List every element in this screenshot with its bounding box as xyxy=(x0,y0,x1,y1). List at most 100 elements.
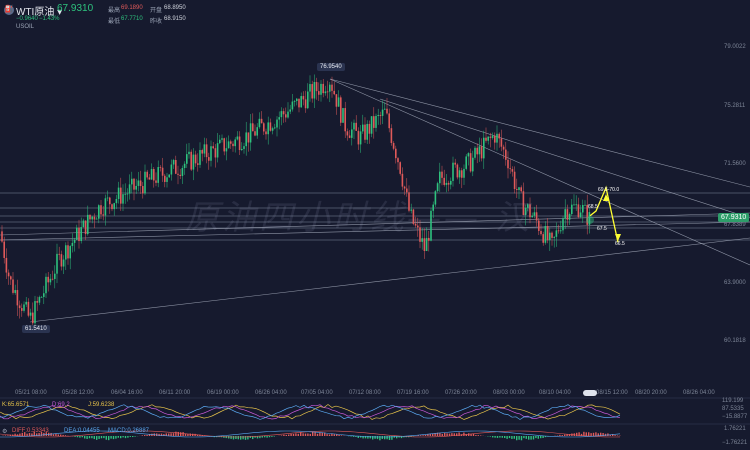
macd-bar xyxy=(170,433,172,436)
low-label: 最低 xyxy=(108,19,121,25)
candle-body xyxy=(157,167,159,183)
macd-bar xyxy=(108,436,110,441)
time-range-slider[interactable] xyxy=(583,390,597,396)
candle-body xyxy=(76,227,78,240)
macd-bar xyxy=(192,433,194,436)
macd-bar xyxy=(523,436,525,439)
macd-bar xyxy=(62,434,64,436)
candle-body xyxy=(293,101,296,102)
candle-body xyxy=(67,245,69,259)
candle-body xyxy=(181,168,184,176)
candle-body xyxy=(469,153,472,172)
macd-bar xyxy=(297,433,299,436)
macd-bar xyxy=(468,433,470,436)
macd-bar xyxy=(312,431,314,436)
candle-body xyxy=(461,170,463,178)
candle-body xyxy=(318,91,320,95)
candle-body xyxy=(491,135,494,138)
x-tick-12: 08/15 12:00 xyxy=(596,390,628,396)
candle-body xyxy=(243,146,245,149)
macd-bar xyxy=(422,435,424,436)
macd-bar xyxy=(350,436,352,437)
macd-bar xyxy=(316,433,319,436)
candle-body xyxy=(326,91,329,93)
macd-bar xyxy=(271,436,273,437)
candle-body xyxy=(274,127,276,129)
candle-body xyxy=(80,227,82,241)
candle-body xyxy=(34,301,36,324)
candle-body xyxy=(245,132,247,147)
macd-bar xyxy=(144,435,146,436)
x-tick-0: 05/21 08:00 xyxy=(15,390,47,396)
macd-bar xyxy=(237,436,239,440)
macd-bar xyxy=(333,434,335,436)
candle-body xyxy=(208,157,210,161)
candle-body xyxy=(12,279,14,293)
candle-body xyxy=(109,197,111,205)
candle-body xyxy=(23,304,25,311)
candle-body xyxy=(502,146,505,150)
candle-body xyxy=(507,159,509,169)
candle-body xyxy=(18,305,21,309)
macd-bar xyxy=(520,436,523,441)
macd-bar xyxy=(444,432,446,436)
candle-body xyxy=(192,154,195,170)
macd-bar xyxy=(235,436,237,439)
macd-bar xyxy=(141,435,143,436)
macd-bar xyxy=(283,434,285,436)
macd-bar xyxy=(84,436,86,439)
candle-body xyxy=(324,91,327,94)
candle-body xyxy=(106,197,109,199)
trend-line-0 xyxy=(329,78,750,188)
macd-bar xyxy=(516,436,518,441)
candle-body xyxy=(128,184,131,194)
candle-body xyxy=(307,91,309,109)
candle-body xyxy=(355,122,357,131)
candle-body xyxy=(131,178,133,185)
candle-body xyxy=(197,163,199,165)
candle-body xyxy=(38,297,41,303)
candle-body xyxy=(164,175,166,182)
candle-body xyxy=(551,232,553,238)
macd-bar xyxy=(50,432,52,436)
candle-body xyxy=(267,122,269,135)
candle-body xyxy=(89,214,91,220)
macd-bar xyxy=(576,432,578,436)
macd-bar xyxy=(369,436,371,439)
macd-bar xyxy=(105,436,107,440)
candle-body xyxy=(388,113,390,129)
macd-bar xyxy=(86,436,88,439)
candle-body xyxy=(32,312,34,324)
macd-bar xyxy=(326,434,328,436)
macd-bar xyxy=(489,436,491,437)
candle-body xyxy=(54,273,56,279)
macd-bar xyxy=(127,436,129,438)
macd-bar xyxy=(537,436,539,439)
macd-bar xyxy=(614,435,616,436)
macd-bar xyxy=(307,433,309,436)
x-tick-1: 05/28 12:00 xyxy=(62,390,94,396)
macd-tick-0: 1.76221 xyxy=(724,426,746,432)
candle-body xyxy=(84,220,87,235)
candle-body xyxy=(93,216,96,220)
high-value: 69.1890 xyxy=(121,5,143,11)
candle-body xyxy=(480,146,483,159)
candle-body xyxy=(384,108,386,110)
candle-body xyxy=(498,133,500,139)
macd-bar xyxy=(177,431,179,436)
candle-body xyxy=(78,227,80,241)
candle-body xyxy=(397,158,399,163)
candle-body xyxy=(269,122,272,131)
macd-bar xyxy=(172,433,175,436)
candle-body xyxy=(62,259,65,267)
macd-bar xyxy=(542,436,544,439)
candle-body xyxy=(311,84,313,99)
macd-bar xyxy=(232,436,235,440)
candle-body xyxy=(584,204,586,206)
candle-body xyxy=(485,137,487,141)
settings-icon[interactable]: ⚙ xyxy=(2,428,7,435)
candle-body xyxy=(579,212,582,218)
macd-bar xyxy=(60,434,62,436)
x-tick-13: 08/20 20:00 xyxy=(635,390,667,396)
candle-body xyxy=(458,170,461,178)
